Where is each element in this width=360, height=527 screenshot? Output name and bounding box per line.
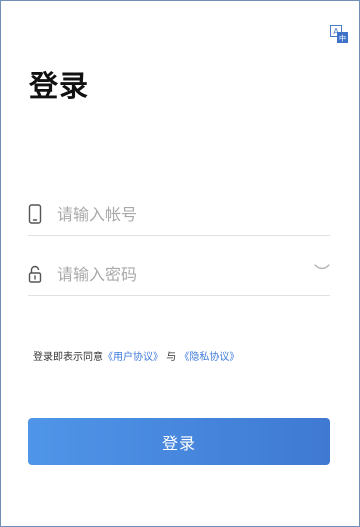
password-field: [28, 251, 330, 296]
agreement-prefix: 登录即表示同意: [33, 352, 103, 363]
privacy-policy-link[interactable]: 《隐私协议》: [179, 352, 239, 363]
translate-icon[interactable]: A 中: [330, 25, 348, 43]
agreement-connector: 与: [166, 352, 177, 363]
lock-icon: [28, 265, 42, 283]
svg-text:中: 中: [339, 34, 346, 43]
phone-icon: [28, 204, 42, 224]
agreement-text: 登录即表示同意《用户协议》 与 《隐私协议》: [33, 348, 239, 363]
user-agreement-link[interactable]: 《用户协议》: [103, 352, 163, 363]
login-screen: A 中 登录 登录即表示同意《用户协议》 与 《隐私协议》 登录: [0, 0, 360, 527]
login-button[interactable]: 登录: [28, 418, 330, 465]
password-input[interactable]: [57, 259, 317, 289]
page-title: 登录: [29, 69, 90, 103]
eye-closed-icon[interactable]: [313, 261, 331, 275]
account-field: [28, 191, 330, 236]
account-input[interactable]: [57, 199, 317, 229]
